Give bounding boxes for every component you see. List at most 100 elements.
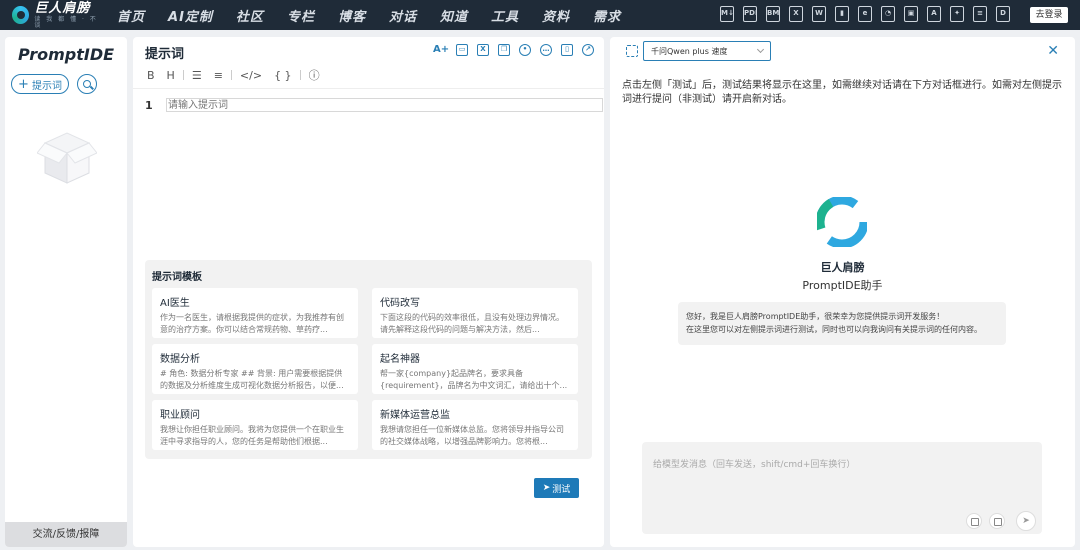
template-name: 代码改写	[380, 298, 420, 309]
prompt-input[interactable]	[166, 98, 603, 112]
bullet-list-button[interactable]: ☰	[192, 69, 202, 82]
file-icon[interactable]: D	[996, 6, 1010, 22]
chat-hint: 点击左侧「测试」后，测试结果将显示在这里，如需继续对话请在下方对话框进行。如需对…	[622, 80, 1062, 105]
bot-message-line: 在这里您可以对左侧提示词进行测试，同时也可以向我询问有关提示词的任何内容。	[686, 325, 982, 334]
nav-item-community[interactable]: 社区	[236, 6, 264, 25]
nav-item-knowledge[interactable]: 知道	[440, 6, 468, 25]
plus-icon: +	[18, 76, 29, 92]
nav-item-demand[interactable]: 需求	[593, 6, 621, 25]
main-nav: 首页 AI定制 社区 专栏 博客 对话 知道 工具 资料 需求	[117, 6, 644, 25]
bot-message-line: 您好，我是巨人肩膀PromptIDE助手，很荣幸为您提供提示词开发服务！	[686, 312, 945, 321]
excel-icon[interactable]: X	[789, 6, 803, 22]
template-desc: 我想让你担任职业顾问。我将为您提供一个在职业生涯中寻求指导的人，您的任务是帮助他…	[160, 425, 344, 446]
feedback-button[interactable]: 交流/反馈/报障	[5, 522, 127, 547]
book-icon[interactable]: ▯	[561, 44, 573, 56]
save-icon[interactable]: ▭	[456, 44, 468, 56]
nav-item-column[interactable]: 专栏	[287, 6, 315, 25]
nav-item-tools[interactable]: 工具	[491, 6, 519, 25]
translate-icon[interactable]: A	[927, 6, 941, 22]
toolbar-divider	[182, 70, 184, 80]
ordered-list-button[interactable]: ≡	[214, 69, 223, 82]
chart-icon[interactable]: ▮	[835, 6, 849, 22]
bot-welcome-message: 您好，我是巨人肩膀PromptIDE助手，很荣幸为您提供提示词开发服务！ 在这里…	[678, 302, 1006, 345]
bmp-icon[interactable]: BMP	[766, 6, 780, 22]
code-button[interactable]: </>	[240, 69, 262, 82]
chevron-down-icon	[756, 45, 765, 54]
expand-icon[interactable]	[626, 45, 638, 57]
bot-name: 巨人肩膀	[820, 261, 865, 274]
editor-toolbar: A+ ▭ X ❐ • … ▯ ↗	[424, 44, 594, 56]
compass-icon[interactable]: ↗	[582, 44, 594, 56]
chat-input-box[interactable]: 给模型发消息（回车发送，shift/cmd+回车换行） ➤	[642, 442, 1042, 534]
ai-generate-icon[interactable]: A+	[433, 44, 449, 56]
toolbar-divider	[230, 70, 232, 80]
nav-item-chat[interactable]: 对话	[389, 6, 417, 25]
bot-logo-icon	[817, 197, 867, 247]
template-card[interactable]: AI医生 作为一名医生，请根据我提供的症状，为我推荐有创意的治疗方案。你可以结合…	[152, 288, 358, 338]
document-icon[interactable]	[989, 513, 1005, 529]
bold-button[interactable]: B	[147, 69, 155, 82]
nav-item-home[interactable]: 首页	[117, 6, 145, 25]
add-prompt-button[interactable]: + 提示词	[11, 74, 69, 94]
md-icon[interactable]: M↓	[720, 6, 734, 22]
test-button[interactable]: ➤ 测试	[534, 478, 579, 498]
nav-item-ai-custom[interactable]: AI定制	[168, 6, 213, 25]
image-icon[interactable]: ▣	[904, 6, 918, 22]
logo-name: 巨人肩膀	[34, 0, 91, 16]
template-desc: # 角色: 数据分析专家 ## 背景: 用户需要根据提供的数据及分析维度生成可视…	[160, 369, 344, 390]
search-icon[interactable]	[77, 74, 97, 94]
logo-subtitle: 读 我 都 懂 · 不 谈	[34, 15, 98, 29]
chat-panel: 千问Qwen plus 速度 ✕ 点击左侧「测试」后，测试结果将显示在这里，如需…	[610, 37, 1075, 547]
braces-button[interactable]: { }	[274, 69, 292, 82]
template-card[interactable]: 起名神器 帮一家{company}起品牌名，要求具备{requirement}，…	[372, 344, 578, 394]
logo-icon	[12, 6, 30, 24]
template-card[interactable]: 职业顾问 我想让你担任职业顾问。我将为您提供一个在职业生涯中寻求指导的人，您的任…	[152, 400, 358, 450]
sidebar-brand: PromptIDE	[17, 45, 115, 64]
model-select[interactable]: 千问Qwen plus 速度	[643, 41, 771, 61]
template-panel: 提示词模板 AI医生 作为一名医生，请根据我提供的症状，为我推荐有创意的治疗方案…	[145, 260, 592, 459]
template-panel-title: 提示词模板	[152, 272, 202, 283]
prompt-sidebar: PromptIDE + 提示词 交流/反馈/报障	[5, 37, 127, 547]
send-icon: ➤	[542, 483, 551, 493]
template-name: AI医生	[160, 298, 190, 309]
template-name: 职业顾问	[160, 410, 200, 421]
more-icon[interactable]: …	[540, 44, 552, 56]
add-prompt-label: 提示词	[31, 80, 62, 92]
template-name: 数据分析	[160, 354, 200, 365]
magic-icon[interactable]: ✦	[950, 6, 964, 22]
info-button[interactable]: ⓘ	[309, 67, 320, 83]
chat-input[interactable]: 给模型发消息（回车发送，shift/cmd+回车换行）	[653, 457, 855, 470]
editor-title: 提示词	[145, 47, 185, 62]
pdf-icon[interactable]: PDF	[743, 6, 757, 22]
copy-icon[interactable]: ❐	[498, 44, 510, 56]
editor-divider	[133, 88, 604, 89]
template-name: 起名神器	[380, 354, 420, 365]
model-select-value: 千问Qwen plus 速度	[651, 46, 728, 56]
heading-button[interactable]: H	[167, 69, 175, 82]
template-desc: 作为一名医生，请根据我提供的症状，为我推荐有创意的治疗方案。你可以结合常规药物、…	[160, 313, 344, 334]
empty-box-icon	[37, 132, 97, 184]
nav-item-resources[interactable]: 资料	[542, 6, 570, 25]
browser-icon[interactable]: e	[858, 6, 872, 22]
format-toolbar: B H ☰ ≡ </> { } ⓘ	[141, 67, 326, 83]
pie-icon[interactable]: ◔	[881, 6, 895, 22]
template-desc: 我想请您担任一位新媒体总监。您将领导并指导公司的社交媒体战略，以增强品牌影响力。…	[380, 425, 564, 446]
toolbar-divider	[299, 70, 301, 80]
palette-icon[interactable]: •	[519, 44, 531, 56]
line-number: 1	[145, 99, 153, 112]
template-card[interactable]: 新媒体运营总监 我想请您担任一位新媒体总监。您将领导并指导公司的社交媒体战略，以…	[372, 400, 578, 450]
doc-icon[interactable]: ≡	[973, 6, 987, 22]
prompt-library-icon[interactable]	[966, 513, 982, 529]
login-button[interactable]: 去登录	[1030, 7, 1068, 23]
word-icon[interactable]: W	[812, 6, 826, 22]
send-button[interactable]: ➤	[1016, 511, 1036, 531]
site-logo[interactable]: 巨人肩膀 读 我 都 懂 · 不 谈	[12, 2, 107, 29]
nav-item-blog[interactable]: 博客	[338, 6, 366, 25]
template-card[interactable]: 代码改写 下面这段的代码的效率很低，且没有处理边界情况。请先解释这段代码的问题与…	[372, 288, 578, 338]
template-card[interactable]: 数据分析 # 角色: 数据分析专家 ## 背景: 用户需要根据提供的数据及分析维…	[152, 344, 358, 394]
variable-icon[interactable]: X	[477, 44, 489, 56]
top-tool-icons: M↓ PDF BMP X W ▮ e ◔ ▣ A ✦ ≡ D	[711, 6, 1010, 22]
test-label: 测试	[552, 484, 571, 495]
close-icon[interactable]: ✕	[1047, 43, 1059, 59]
template-desc: 帮一家{company}起品牌名，要求具备{requirement}，品牌名为中…	[380, 369, 568, 390]
